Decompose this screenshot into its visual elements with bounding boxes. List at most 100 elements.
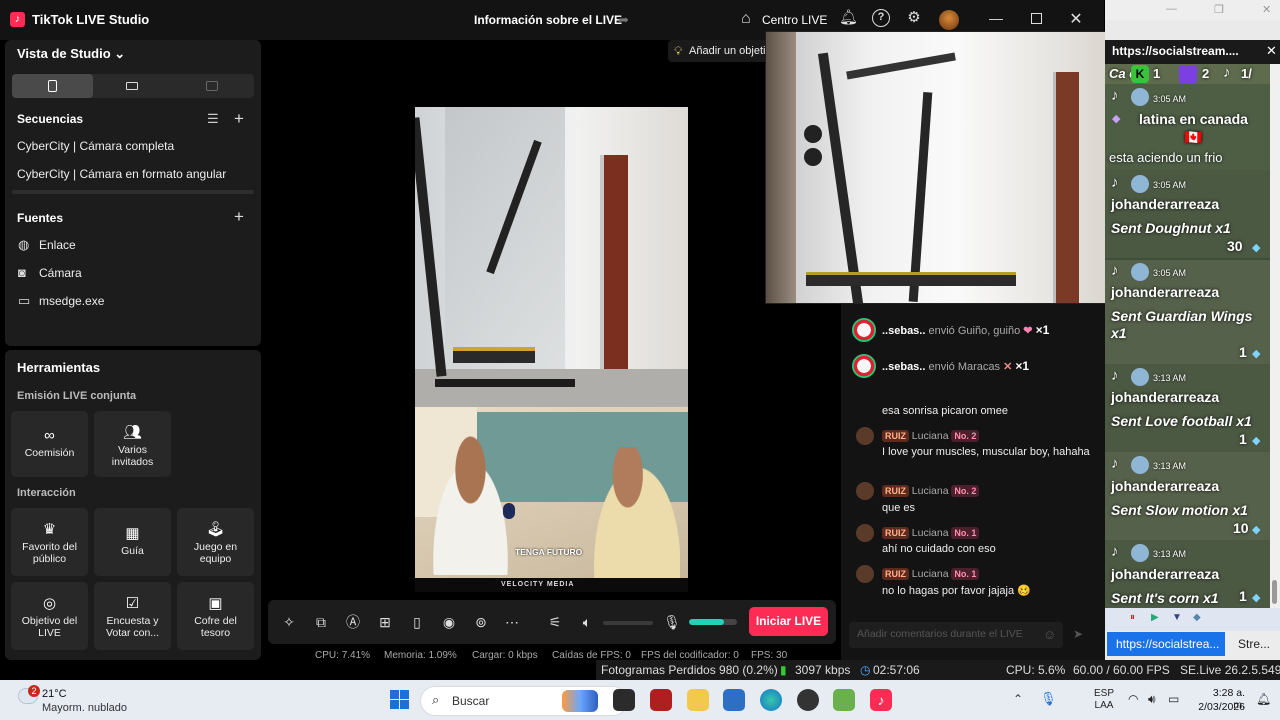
file-explorer-icon[interactable] [687, 689, 709, 711]
tiktok-studio-taskbar-icon[interactable]: ♪ [870, 689, 892, 711]
maximize-button[interactable] [1026, 10, 1046, 28]
webcam-overlay[interactable] [765, 31, 1113, 304]
feed-value: 1 [1239, 588, 1247, 604]
source-item[interactable]: msedge.exe [39, 294, 104, 308]
phone-icon[interactable]: ▯ [408, 613, 426, 631]
feed-scrollbar[interactable] [1270, 64, 1280, 608]
minimize-button[interactable]: — [1166, 3, 1177, 15]
scrollbar-thumb[interactable] [1272, 580, 1277, 604]
wifi-icon[interactable]: ◠ [1128, 692, 1138, 706]
tool-live-goal[interactable]: ◎ Objetivo del LIVE [11, 582, 88, 650]
notification-icon[interactable]: 🔔︎ [1256, 692, 1271, 706]
volume-slider[interactable] [603, 621, 653, 625]
dual-view-icon[interactable] [206, 81, 218, 91]
avatar[interactable] [939, 10, 959, 30]
close-button[interactable]: ✕ [1262, 3, 1271, 16]
help-icon[interactable]: ? [872, 9, 890, 27]
chat-username[interactable]: Luciana [912, 485, 949, 497]
app-icon-v[interactable] [650, 689, 672, 711]
bell-icon[interactable]: 🔔︎ [839, 9, 858, 27]
source-item[interactable]: Enlace [39, 238, 76, 252]
share-icon[interactable]: ➦ [618, 12, 629, 28]
home-icon[interactable]: ⌂ [741, 10, 751, 28]
speaker-icon[interactable]: 🔈︎ [578, 613, 596, 631]
chat-message-meta: RUIZ Luciana No. 2 [882, 485, 980, 498]
studio-view-dropdown[interactable]: Vista de Studio ⌄ [17, 46, 125, 62]
feed-message: Sent Slow motion x1 [1111, 502, 1248, 518]
comment-placeholder[interactable]: Añadir comentarios durante el LIVE [857, 628, 1023, 640]
windows-start-icon[interactable] [390, 690, 410, 710]
minimize-button[interactable]: — [986, 10, 1006, 28]
restore-button[interactable]: ❐ [1214, 3, 1224, 16]
chevron-up-icon[interactable]: ⌃ [1013, 692, 1023, 706]
landscape-view-icon[interactable] [126, 82, 138, 90]
ai-icon[interactable]: Ⓐ [344, 613, 362, 631]
store-icon[interactable] [723, 689, 745, 711]
close-button[interactable]: ✕ [1066, 9, 1086, 28]
tool-poll[interactable]: ☑ Encuesta y Votar con... [94, 582, 171, 650]
tool-audience-favorite[interactable]: ♛ Favorito del público [11, 508, 88, 576]
feed-message: Sent Guardian Wings x1 [1111, 308, 1253, 341]
emoji-icon[interactable]: ☺ [1043, 627, 1056, 642]
sequence-item[interactable]: CyberCity | Cámara completa [17, 139, 174, 153]
panel-divider [12, 190, 254, 194]
avatar [1131, 175, 1149, 193]
microphone-icon[interactable]: 🎙︎ [1040, 691, 1057, 707]
browser-tab[interactable]: Stre... [1238, 637, 1270, 651]
chat-username[interactable]: Luciana [912, 568, 949, 580]
weather-temperature[interactable]: 21°C [42, 688, 67, 700]
add-sequence-icon[interactable]: + [234, 109, 244, 129]
gear-icon[interactable]: ⚙ [905, 9, 923, 27]
battery-icon[interactable]: ▭ [1168, 692, 1179, 706]
task-view-icon[interactable] [613, 689, 635, 711]
social-stream-feed[interactable]: Ca es K 1 2 ♪ 1/ ♪ 3:05 AM ◆ latina en c… [1105, 64, 1270, 608]
chat-username[interactable]: Luciana [912, 527, 949, 539]
stat-value: 7.41% [341, 650, 371, 661]
browser-tab-active[interactable]: https://socialstrea... [1107, 632, 1225, 656]
tool-label: Favorito del público [22, 541, 77, 565]
taskbar-clock-date[interactable]: 2/03/2026 [1196, 701, 1245, 713]
record-icon[interactable]: ◉ [440, 613, 458, 631]
tool-coemision[interactable]: ∞ Coemisión [11, 411, 88, 477]
edge-icon[interactable] [760, 689, 782, 711]
send-icon[interactable]: ➤ [1073, 627, 1083, 641]
effects-icon[interactable]: ⧉ [312, 613, 330, 631]
more-icon[interactable]: ⋯ [503, 613, 521, 631]
microphone-icon[interactable]: 🎙︎ [663, 613, 681, 631]
fps-readout: 60.00 / 60.00 FPS [1073, 663, 1170, 677]
weather-description[interactable]: Mayorm. nublado [42, 702, 127, 714]
app-icon-green[interactable] [833, 689, 855, 711]
layout-icon[interactable]: ⊞ [376, 613, 394, 631]
chat-username[interactable]: Luciana [912, 430, 949, 442]
sequence-item[interactable]: CyberCity | Cámara en formato angular [17, 167, 226, 181]
start-tile [400, 690, 409, 699]
add-source-icon[interactable]: + [234, 207, 244, 227]
tool-team-game[interactable]: 🕹︎ Juego en equipo [177, 508, 254, 576]
search-label[interactable]: Buscar [452, 694, 489, 708]
tool-treasure-chest[interactable]: ▣ Cofre del tesoro [177, 582, 254, 650]
live-info-link[interactable]: Información sobre el LIVE [474, 13, 622, 27]
add-goal-label[interactable]: Añadir un objeti [689, 45, 765, 57]
magic-wand-icon[interactable]: ✧ [280, 613, 298, 631]
tool-guide[interactable]: ▦ Guía [94, 508, 171, 576]
tool-multi-guest[interactable]: 👥︎ Varios invitados [94, 411, 171, 477]
source-item[interactable]: Cámara [39, 266, 82, 280]
filter-icon[interactable]: ▼ [1172, 612, 1182, 623]
diamond-icon: ◆ [1252, 348, 1261, 360]
screenshot-icon[interactable]: ⊚ [472, 613, 490, 631]
feed-value: 30 [1227, 238, 1243, 254]
pause-icon[interactable]: ⏸ [1130, 612, 1135, 623]
centro-live-button[interactable]: Centro LIVE [762, 13, 827, 27]
obs-icon[interactable] [797, 689, 819, 711]
start-live-button[interactable]: Iniciar LIVE [749, 607, 828, 636]
close-icon[interactable]: ✕ [1266, 43, 1277, 59]
volume-icon[interactable]: 🔊︎ [1148, 692, 1156, 707]
language-indicator[interactable]: ESP LAA [1094, 688, 1114, 712]
settings-sliders-icon[interactable]: ⚟ [546, 613, 564, 631]
browser-url[interactable]: https://socialstream.... [1112, 44, 1239, 58]
play-icon[interactable]: ▶ [1151, 612, 1159, 623]
mic-level-meter[interactable] [689, 619, 737, 625]
list-icon[interactable]: ☰ [207, 111, 219, 127]
diamond-filter-icon[interactable]: ◆ [1193, 612, 1201, 623]
twitch-icon [1179, 65, 1197, 83]
